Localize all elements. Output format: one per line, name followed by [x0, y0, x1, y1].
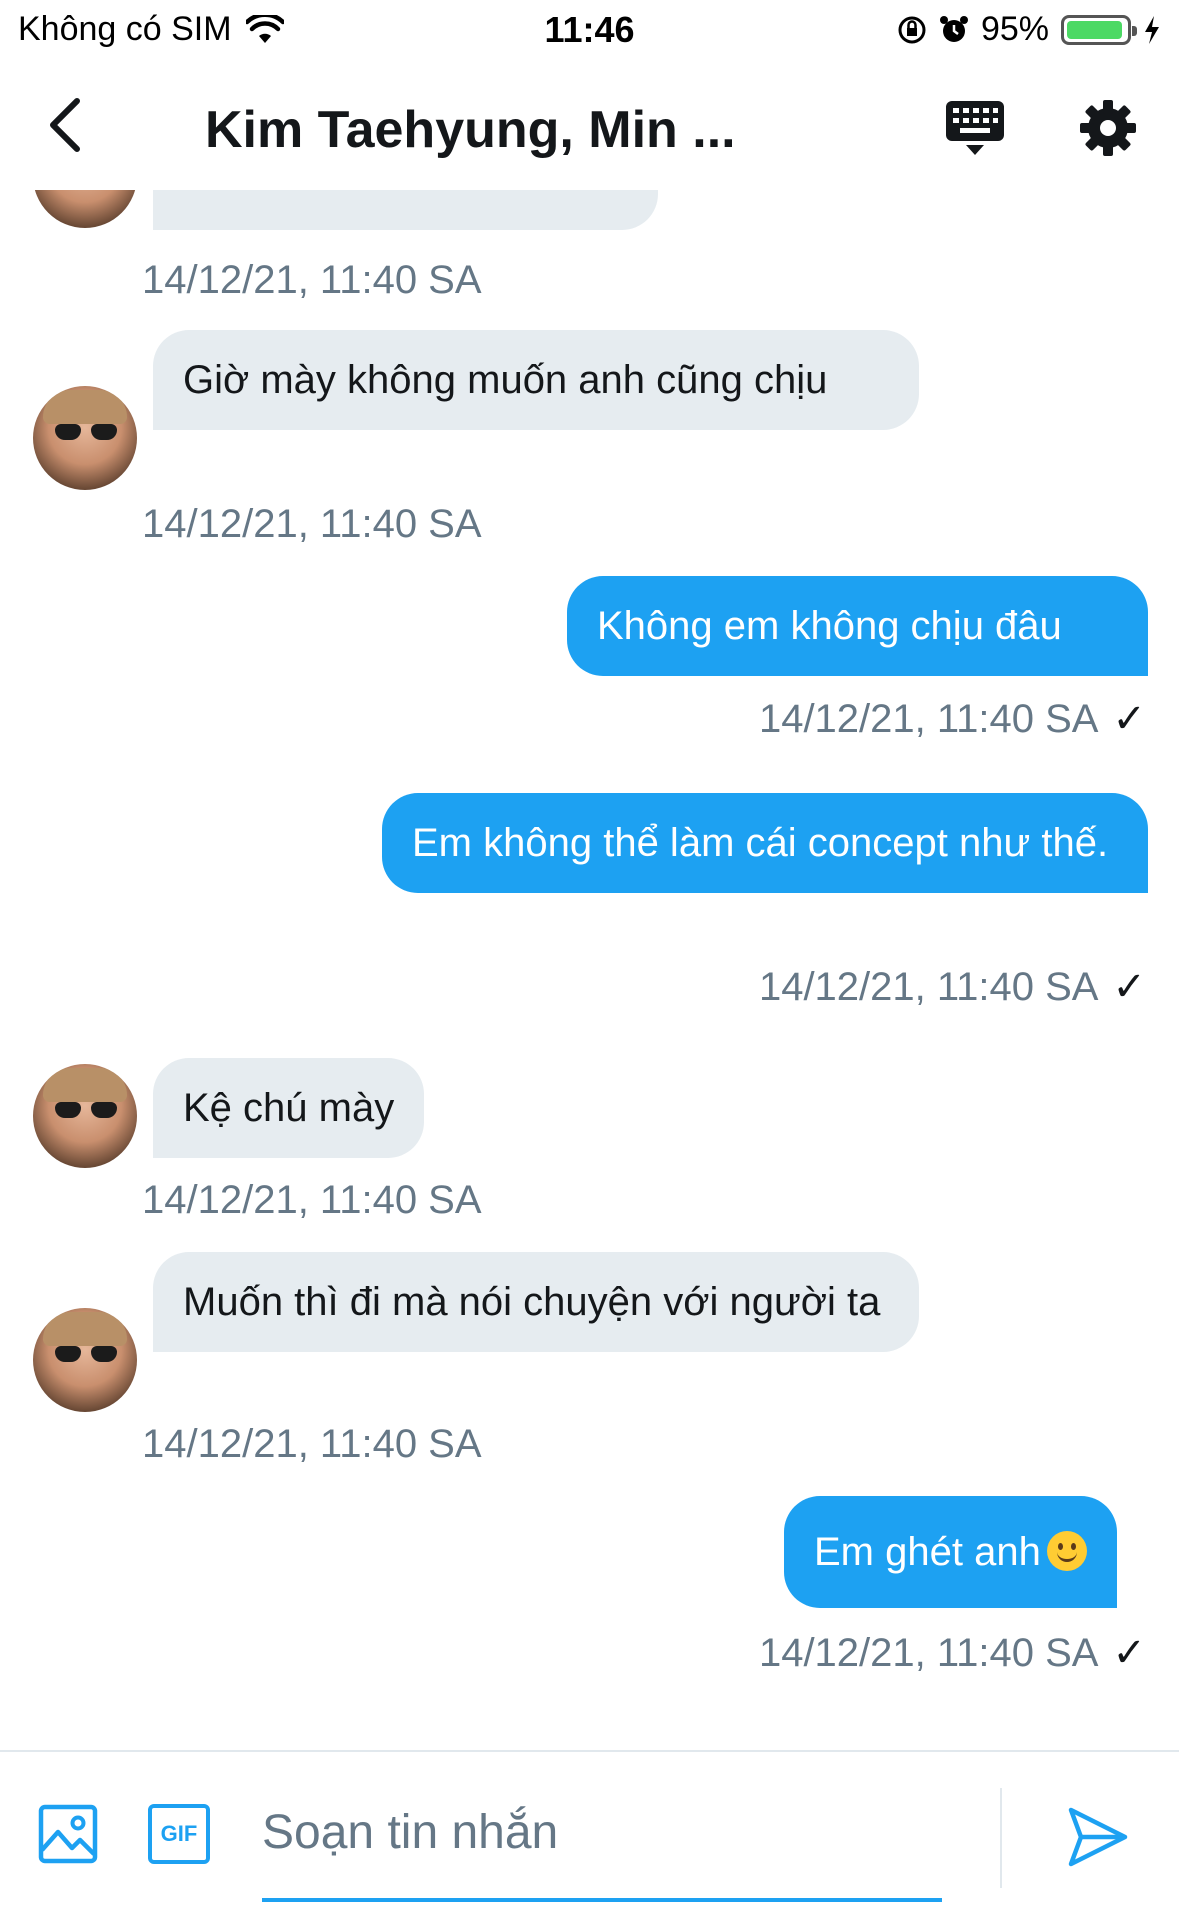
message-timestamp: 14/12/21, 11:40 SA [142, 1422, 482, 1466]
message-bubble-outgoing[interactable]: Không em không chịu đâu [567, 576, 1148, 676]
message-list[interactable]: 14/12/21, 11:40 SA Giờ mày không muốn an… [0, 190, 1179, 1750]
status-bar: Không có SIM 11:46 95% [0, 0, 1179, 60]
timestamp-text: 14/12/21, 11:40 SA [758, 1631, 1099, 1675]
message-timestamp: 14/12/21, 11:40 SA [142, 258, 482, 302]
message-bubble-outgoing[interactable]: Em không thể làm cái concept như thế. [382, 793, 1148, 893]
sent-check-icon: ✓ [1112, 697, 1146, 741]
keyboard-button[interactable] [935, 88, 1015, 168]
chevron-left-icon [50, 98, 80, 152]
timestamp-text: 14/12/21, 11:40 SA [758, 697, 1099, 741]
message-input[interactable] [262, 1792, 942, 1872]
battery-percent: 95% [980, 10, 1049, 48]
image-icon [38, 1804, 98, 1864]
sent-check-icon: ✓ [1112, 965, 1146, 1009]
avatar[interactable] [33, 190, 137, 228]
conversation-title[interactable]: Kim Taehyung, Min ... [205, 100, 736, 160]
add-image-button[interactable] [38, 1804, 98, 1864]
message-bubble-incoming[interactable]: Giờ mày không muốn anh cũng chịu [153, 330, 919, 430]
message-timestamp: 14/12/21, 11:40 SA ✓ [759, 964, 1146, 1010]
avatar[interactable] [33, 1064, 137, 1168]
rotation-lock-icon [898, 16, 926, 43]
message-timestamp: 14/12/21, 11:40 SA [142, 1178, 482, 1222]
battery-icon [1061, 14, 1137, 45]
status-right: 95% [897, 10, 1161, 49]
message-bubble-outgoing[interactable]: Em ghét anh [784, 1496, 1117, 1608]
message-bubble-incoming[interactable]: Muốn thì đi mà nói chuyện với người ta [153, 1252, 919, 1352]
input-underline [262, 1898, 942, 1902]
battery-fill [1067, 20, 1123, 39]
message-timestamp: 14/12/21, 11:40 SA [142, 502, 482, 546]
timestamp-text: 14/12/21, 11:40 SA [758, 965, 1099, 1009]
send-button[interactable] [1065, 1804, 1131, 1870]
message-bubble-incoming[interactable]: Kệ chú mày [153, 1058, 425, 1158]
sent-check-icon: ✓ [1112, 1631, 1146, 1675]
avatar[interactable] [33, 386, 137, 490]
conversation-header: Kim Taehyung, Min ... [0, 60, 1179, 190]
settings-button[interactable] [1068, 88, 1148, 168]
back-button[interactable] [30, 90, 100, 160]
charging-icon [1145, 15, 1159, 44]
alarm-icon [939, 15, 968, 42]
slightly-smiling-face-icon [1046, 1531, 1087, 1571]
gear-icon [1080, 100, 1136, 156]
avatar[interactable] [33, 1308, 137, 1412]
divider [1000, 1788, 1002, 1888]
keyboard-icon [946, 101, 1004, 155]
message-text: Em ghét anh [814, 1530, 1041, 1574]
send-icon [1068, 1807, 1128, 1867]
message-composer: GIF [0, 1750, 1179, 1920]
message-timestamp: 14/12/21, 11:40 SA ✓ [759, 1630, 1146, 1676]
message-bubble-incoming[interactable] [153, 190, 658, 230]
add-gif-button[interactable]: GIF [148, 1804, 210, 1864]
message-timestamp: 14/12/21, 11:40 SA ✓ [759, 696, 1146, 742]
